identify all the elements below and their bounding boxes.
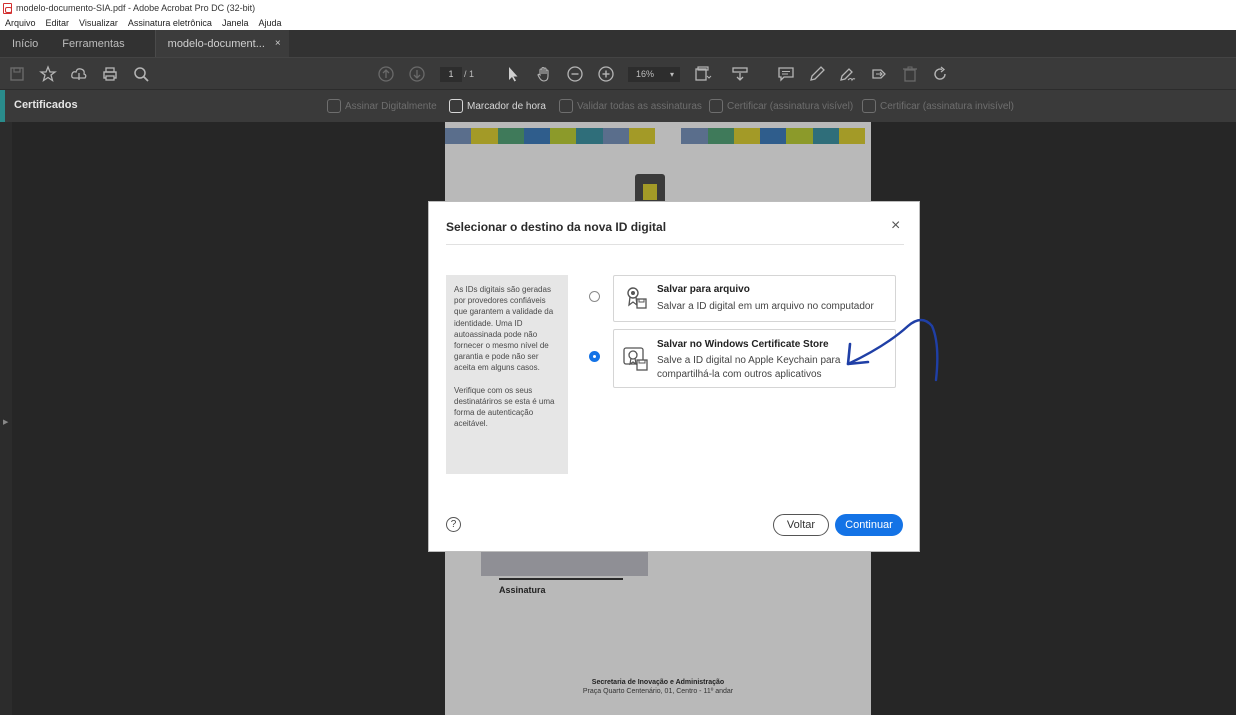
timestamp-label: Marcador de hora	[467, 100, 546, 112]
certify-invisible-icon	[862, 99, 876, 113]
certificates-accent	[0, 90, 5, 123]
comment-icon[interactable]	[777, 65, 795, 83]
tab-home[interactable]: Início	[0, 30, 50, 57]
page-up-icon[interactable]	[377, 65, 395, 83]
menu-ajuda[interactable]: Ajuda	[258, 18, 281, 28]
validate-all-label: Validar todas as assinaturas	[577, 100, 702, 112]
certify-visible-label: Certificar (assinatura visível)	[727, 100, 854, 112]
page-number-input[interactable]: 1	[440, 67, 462, 82]
page-total: / 1	[464, 69, 475, 79]
option-save-to-file-desc: Salvar a ID digital em um arquivo no com…	[657, 301, 874, 312]
handwritten-arrow-annotation	[846, 318, 939, 382]
certificate-file-icon	[627, 287, 647, 309]
certificates-bar: Certificados Assinar Digitalmente Marcad…	[0, 89, 1236, 123]
help-icon[interactable]: ?	[446, 517, 461, 532]
certify-invisible-button[interactable]: Certificar (assinatura invisível)	[862, 99, 1014, 113]
validate-all-button[interactable]: Validar todas as assinaturas	[559, 99, 702, 113]
sign-icon[interactable]	[839, 65, 857, 83]
window-title: modelo-documento-SIA.pdf - Adobe Acrobat…	[16, 3, 256, 13]
signature-line	[499, 578, 623, 580]
option-windows-store-desc: Salve a ID digital no Apple Keychain par…	[657, 355, 841, 380]
menu-visualizar[interactable]: Visualizar	[79, 18, 118, 28]
pdf-icon	[3, 2, 12, 14]
rotate-icon[interactable]	[931, 65, 949, 83]
dialog-divider	[446, 244, 904, 245]
tab-document-label: modelo-document...	[167, 37, 265, 50]
delete-icon[interactable]	[901, 65, 919, 83]
left-panel-strip[interactable]: ▶	[0, 122, 12, 715]
save-icon[interactable]	[8, 65, 26, 83]
certificate-store-icon	[623, 347, 648, 371]
validate-all-icon	[559, 99, 573, 113]
star-icon[interactable]	[39, 65, 57, 83]
sign-digitally-label: Assinar Digitalmente	[345, 100, 437, 112]
radio-windows-store[interactable]	[589, 351, 600, 362]
certify-visible-button[interactable]: Certificar (assinatura visível)	[709, 99, 853, 113]
radio-save-to-file[interactable]	[589, 291, 600, 302]
signature-label: Assinatura	[499, 585, 546, 595]
hand-icon[interactable]	[535, 65, 553, 83]
footer-line-1: Secretaria de Inovação e Administração	[591, 679, 725, 686]
pen-icon[interactable]	[808, 65, 826, 83]
menu-bar: Arquivo Editar Visualizar Assinatura ele…	[0, 16, 1236, 30]
info-panel: As IDs digitais são geradas por provedor…	[446, 275, 568, 474]
menu-arquivo[interactable]: Arquivo	[5, 18, 36, 28]
sign-digitally-button[interactable]: Assinar Digitalmente	[327, 99, 437, 113]
menu-janela[interactable]: Janela	[222, 18, 249, 28]
menu-assinatura-eletronica[interactable]: Assinatura eletrônica	[128, 18, 212, 28]
option-save-to-file-title: Salvar para arquivo	[657, 284, 750, 295]
header-pattern-band	[445, 128, 865, 144]
expand-panel-icon[interactable]: ▶	[3, 418, 8, 426]
signature-field	[481, 552, 648, 576]
zoom-in-icon[interactable]	[597, 65, 615, 83]
upload-icon[interactable]	[70, 65, 88, 83]
menu-editar[interactable]: Editar	[46, 18, 70, 28]
footer-line-2: Praça Quarto Centenário, 01, Centro - 11…	[582, 688, 734, 695]
info-paragraph-1: As IDs digitais são geradas por provedor…	[454, 285, 554, 373]
info-paragraph-2: Verifique com os seus destinatáriros se …	[454, 385, 555, 429]
certify-invisible-label: Certificar (assinatura invisível)	[880, 100, 1014, 112]
print-icon[interactable]	[101, 65, 119, 83]
sign-digitally-icon	[327, 99, 341, 113]
certify-visible-icon	[709, 99, 723, 113]
tab-bar: Início Ferramentas modelo-document... ×	[0, 30, 1236, 57]
zoom-select[interactable]: 16%	[628, 67, 680, 82]
fit-page-icon[interactable]	[694, 65, 712, 83]
tab-document[interactable]: modelo-document... ×	[154, 30, 289, 57]
share-icon[interactable]	[870, 65, 888, 83]
timestamp-button[interactable]: Marcador de hora	[449, 99, 546, 113]
close-icon[interactable]: ×	[891, 218, 900, 234]
window-title-bar: modelo-documento-SIA.pdf - Adobe Acrobat…	[0, 0, 1236, 16]
tab-close-icon[interactable]: ×	[275, 38, 281, 49]
option-windows-store-title: Salvar no Windows Certificate Store	[657, 339, 829, 350]
scroll-mode-icon[interactable]	[731, 65, 749, 83]
continue-button[interactable]: Continuar	[835, 514, 903, 536]
timestamp-icon	[449, 99, 463, 113]
page-down-icon[interactable]	[408, 65, 426, 83]
dialog-title: Selecionar o destino da nova ID digital	[446, 220, 667, 234]
certificates-title: Certificados	[14, 99, 78, 111]
tab-tools[interactable]: Ferramentas	[50, 30, 136, 57]
zoom-out-icon[interactable]	[566, 65, 584, 83]
search-icon[interactable]	[132, 65, 150, 83]
select-arrow-icon[interactable]	[504, 65, 522, 83]
back-button[interactable]: Voltar	[773, 514, 829, 536]
main-toolbar: 1 / 1 16%	[0, 57, 1236, 89]
